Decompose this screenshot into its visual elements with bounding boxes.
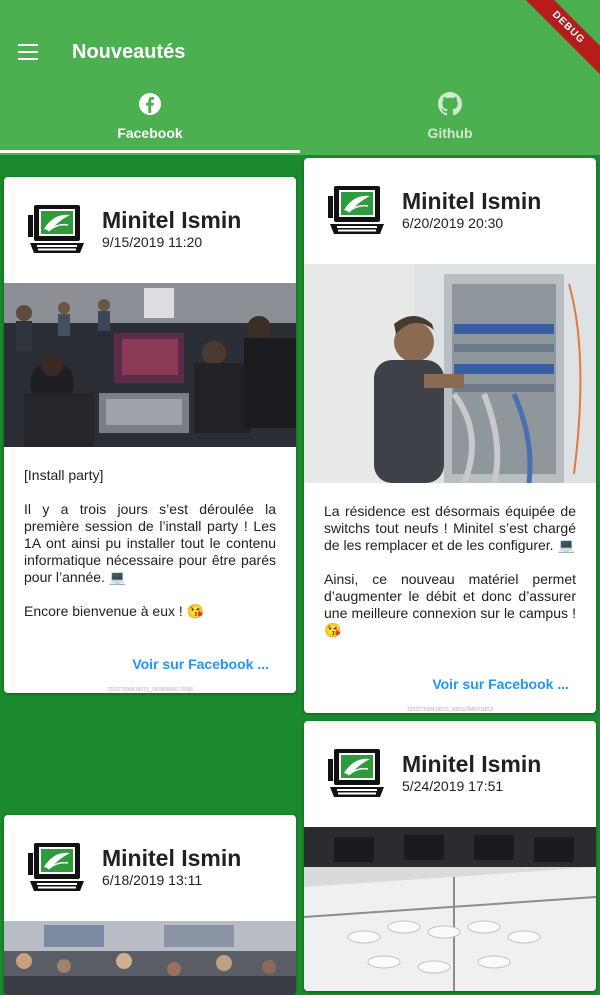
post-paragraph: Encore bienvenue à eux ! 😘 — [24, 603, 205, 619]
post-id: 720227598418573_740969846174586 — [106, 687, 194, 693]
post-header: Minitel Ismin 5/24/2019 17:51 — [304, 721, 596, 827]
post-date: 6/20/2019 20:30 — [402, 215, 504, 231]
post-card: Minitel Ismin 9/15/2019 11:20 [Install p… — [4, 177, 296, 693]
post-paragraph: Ainsi, ce nouveau matériel permet d’augm… — [324, 571, 576, 638]
post-author: Minitel Ismin — [402, 188, 542, 214]
post-photo[interactable] — [304, 827, 596, 991]
post-paragraph: Il y a trois jours s’est déroulée la pre… — [24, 501, 276, 585]
post-header: Minitel Ismin 6/18/2019 13:11 — [4, 815, 296, 921]
post-author: Minitel Ismin — [102, 207, 242, 233]
post-photo[interactable] — [4, 283, 296, 447]
view-on-facebook-link[interactable]: Voir sur Facebook ... — [132, 656, 269, 672]
debug-banner: DEBUG — [511, 0, 600, 85]
post-date: 6/18/2019 13:11 — [102, 872, 203, 888]
app-bar: Nouveautés Facebook Github DEBUG — [0, 0, 600, 155]
minitel-logo-avatar — [328, 184, 388, 236]
post-date: 9/15/2019 11:20 — [102, 234, 203, 250]
github-icon — [438, 92, 462, 116]
post-body: [Install party] Il y a trois jours s’est… — [24, 467, 276, 637]
post-paragraph: La résidence est désormais équipée de sw… — [324, 503, 576, 553]
view-on-facebook-link[interactable]: Voir sur Facebook ... — [432, 676, 569, 692]
post-photo[interactable] — [304, 264, 596, 483]
tab-facebook-label: Facebook — [117, 125, 183, 141]
tab-github-label: Github — [427, 125, 473, 141]
page-title: Nouveautés — [72, 41, 186, 63]
minitel-logo-avatar — [28, 841, 88, 893]
post-photo[interactable] — [4, 921, 296, 995]
tab-github[interactable]: Github — [300, 80, 600, 152]
tab-facebook[interactable]: Facebook — [0, 80, 300, 152]
post-paragraph: [Install party] — [24, 467, 104, 483]
post-card: Minitel Ismin 5/24/2019 17:51 — [304, 721, 596, 991]
post-id: 720227598418573_688157846201819 — [406, 707, 494, 713]
post-header: Minitel Ismin 6/20/2019 20:30 — [304, 158, 596, 264]
post-card: Minitel Ismin 6/18/2019 13:11 — [4, 815, 296, 995]
post-body: La résidence est désormais équipée de sw… — [324, 503, 576, 656]
facebook-icon — [139, 93, 161, 115]
minitel-logo-avatar — [28, 203, 88, 255]
tab-indicator — [0, 150, 300, 153]
hamburger-menu-icon[interactable] — [18, 44, 38, 60]
post-header: Minitel Ismin 9/15/2019 11:20 — [4, 177, 296, 283]
post-author: Minitel Ismin — [402, 751, 542, 777]
post-date: 5/24/2019 17:51 — [402, 778, 504, 794]
post-author: Minitel Ismin — [102, 845, 242, 871]
minitel-logo-avatar — [328, 747, 388, 799]
post-card: Minitel Ismin 6/20/2019 20:30 La résiden… — [304, 158, 596, 713]
